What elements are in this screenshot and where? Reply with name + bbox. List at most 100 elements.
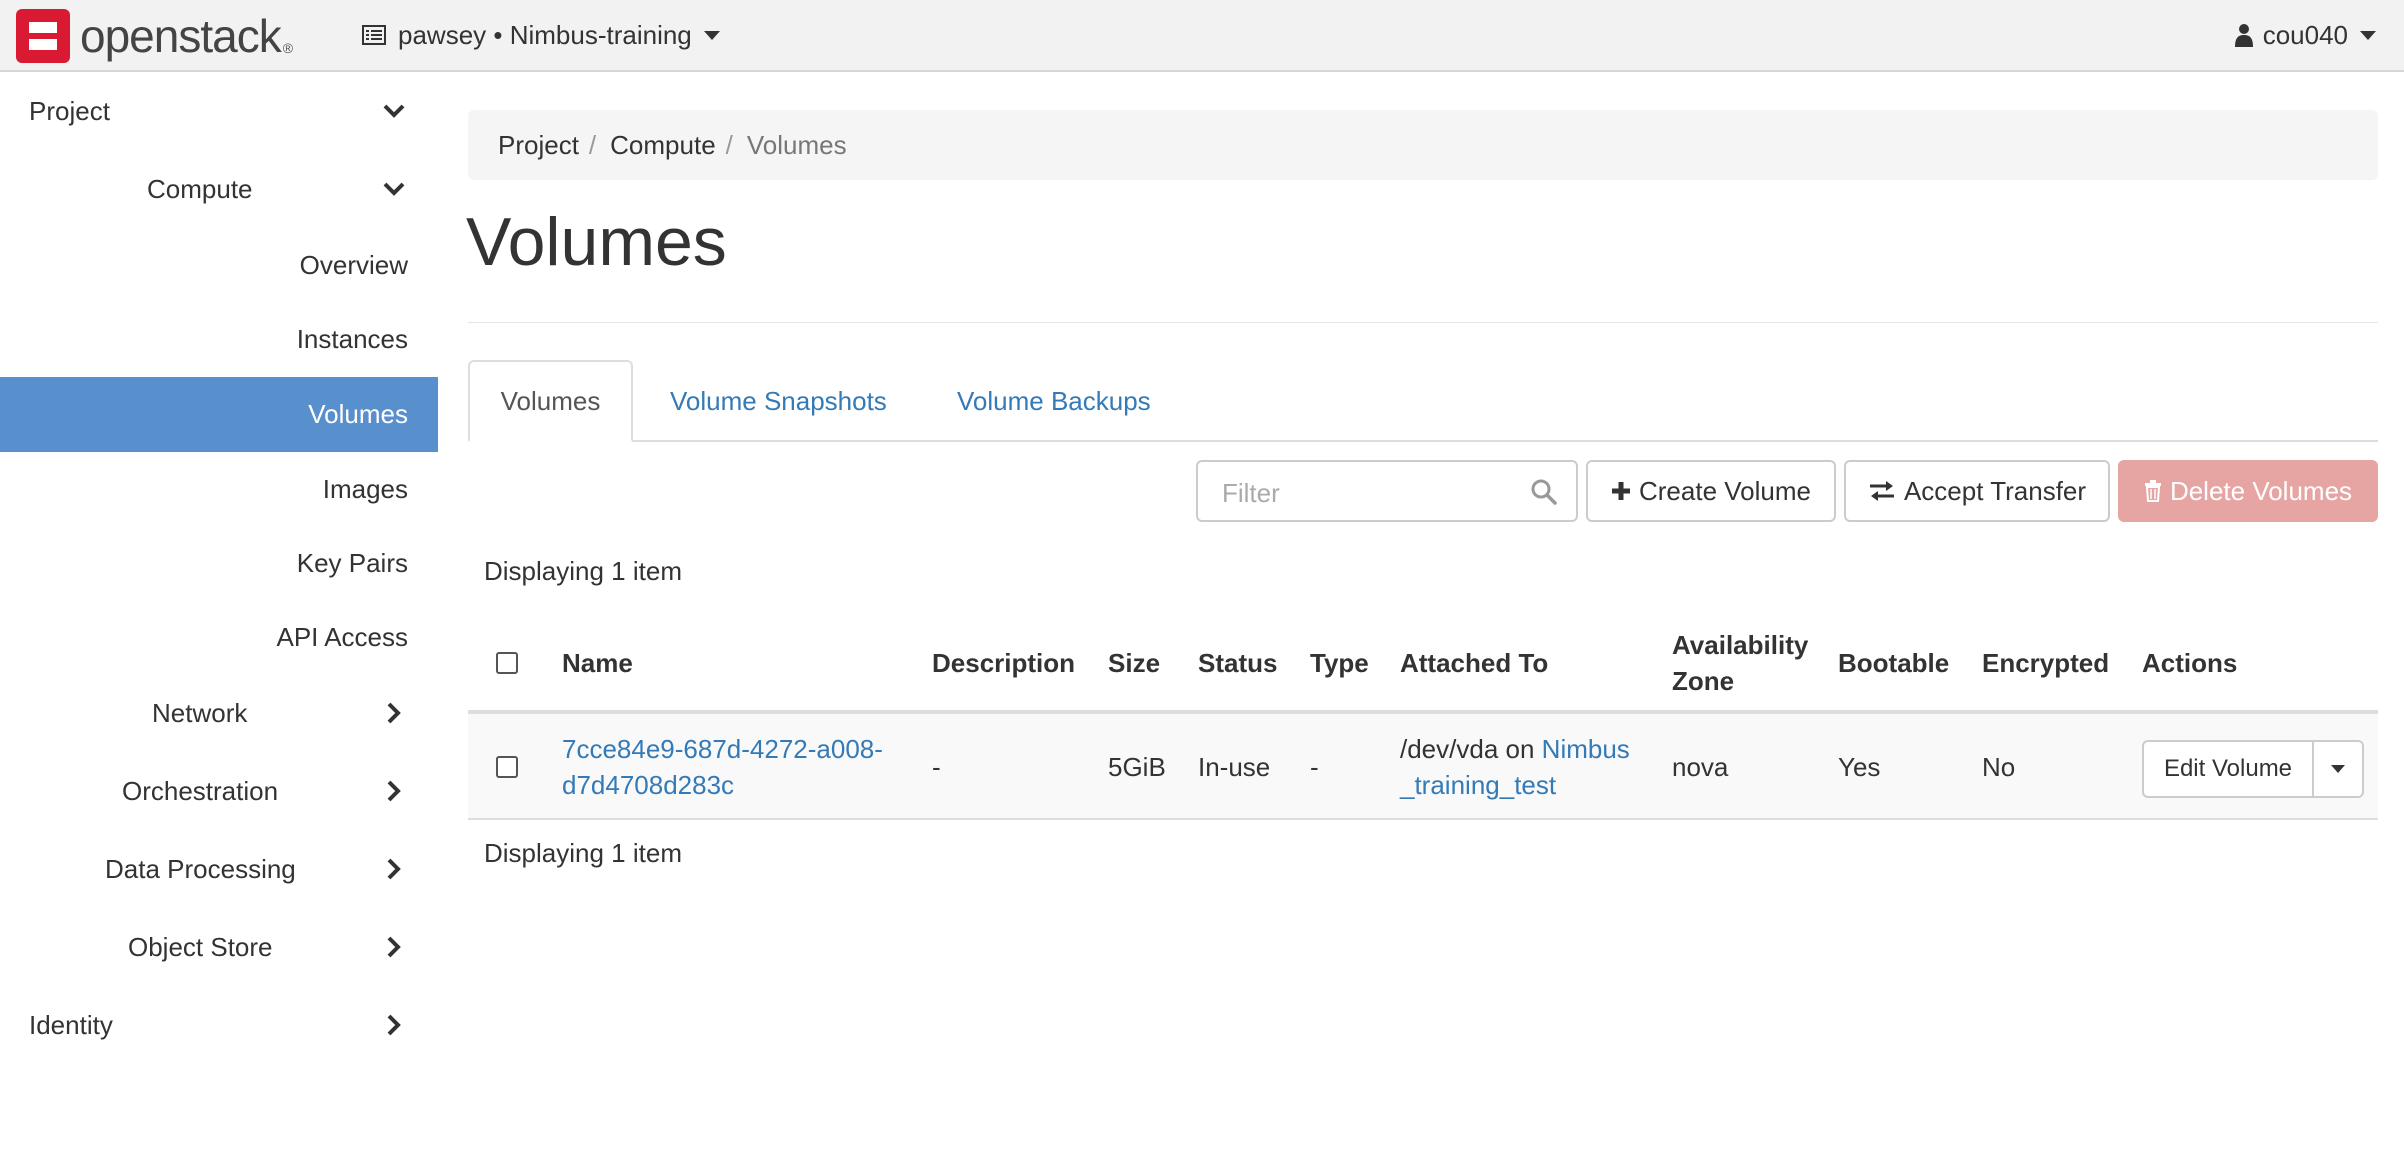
column-header-description[interactable]: Description [932, 645, 1075, 681]
row-actions-dropdown-toggle[interactable] [2314, 740, 2364, 798]
sidebar-item-label: Data Processing [105, 853, 296, 884]
volume-name-link[interactable]: 7cce84e9-687d-4272-a008- d7d4708d283c [562, 731, 883, 803]
sidebar-item-images[interactable]: Images [0, 452, 438, 526]
accept-transfer-button[interactable]: Accept Transfer [1844, 460, 2110, 522]
column-header-name[interactable]: Name [562, 645, 633, 681]
accept-transfer-label: Accept Transfer [1903, 475, 2087, 506]
attached-instance-link[interactable]: _training_test [1400, 770, 1556, 800]
delete-volumes-button[interactable]: Delete Volumes [2118, 460, 2378, 522]
row-select-checkbox[interactable] [496, 756, 518, 778]
volume-description: - [932, 752, 941, 782]
sidebar-item-data-processing[interactable]: Data Processing [0, 830, 438, 908]
volume-bootable: Yes [1838, 752, 1881, 782]
sidebar-item-object-store[interactable]: Object Store [0, 908, 438, 986]
openstack-logo-icon [16, 9, 70, 63]
chevron-right-icon [380, 933, 408, 961]
sidebar-item-label: Project [29, 95, 110, 126]
breadcrumb-project[interactable]: Project [498, 130, 579, 161]
project-list-icon [362, 25, 386, 45]
sidebar-item-label: Images [322, 473, 408, 504]
edit-volume-button[interactable]: Edit Volume [2142, 740, 2314, 798]
sidebar-item-identity[interactable]: Identity [0, 986, 438, 1064]
chevron-right-icon [380, 1011, 408, 1039]
sidebar-item-compute[interactable]: Compute [0, 150, 438, 228]
page-title: Volumes [466, 204, 727, 280]
column-header-bootable[interactable]: Bootable [1838, 645, 1949, 681]
volume-name-line: d7d4708d283c [562, 770, 735, 800]
chevron-down-icon [380, 97, 408, 125]
tab-volume-backups[interactable]: Volume Backups [957, 360, 1151, 442]
create-volume-label: Create Volume [1639, 475, 1811, 506]
search-icon[interactable] [1530, 478, 1558, 506]
attached-device: /dev/vda on [1400, 734, 1535, 764]
chevron-down-icon [703, 30, 720, 40]
column-header-encrypted[interactable]: Encrypted [1982, 645, 2109, 681]
volume-encrypted: No [1982, 752, 2016, 782]
attached-instance-link[interactable]: Nimbus [1542, 734, 1630, 764]
brand-logo-link[interactable]: openstack ® [16, 9, 294, 63]
project-selector[interactable]: pawsey • Nimbus-training [362, 0, 720, 70]
breadcrumb-separator: / [725, 129, 733, 160]
row-actions: Edit Volume [2142, 740, 2364, 798]
volume-attached-to: /dev/vda on Nimbus _training_test [1400, 731, 1630, 803]
tab-volume-snapshots[interactable]: Volume Snapshots [670, 360, 887, 442]
volume-availability-zone: nova [1672, 752, 1729, 782]
volume-size: 5GiB [1108, 752, 1166, 782]
tab-label: Volumes [500, 385, 601, 416]
column-header-size[interactable]: Size [1108, 645, 1160, 681]
user-name: cou040 [2262, 19, 2348, 50]
chevron-down-icon [2360, 30, 2376, 40]
exchange-icon [1868, 480, 1896, 502]
user-menu[interactable]: cou040 [2234, 0, 2376, 70]
chevron-down-icon [380, 175, 408, 203]
sidebar-item-label: Network [152, 697, 248, 728]
column-header-attached-to[interactable]: Attached To [1400, 645, 1548, 681]
breadcrumb-compute[interactable]: Compute [610, 130, 716, 161]
sidebar-item-instances[interactable]: Instances [0, 302, 438, 376]
sidebar-item-label: Compute [147, 173, 253, 204]
divider [468, 322, 2378, 323]
sidebar: Project Compute Overview Instances Volum… [0, 72, 438, 1150]
sidebar-item-project[interactable]: Project [0, 72, 438, 150]
filter-input[interactable] [1220, 474, 1524, 512]
volume-name-line: 7cce84e9-687d-4272-a008- [562, 734, 883, 764]
chevron-right-icon [380, 777, 408, 805]
sidebar-item-api-access[interactable]: API Access [0, 600, 438, 674]
sidebar-item-orchestration[interactable]: Orchestration [0, 752, 438, 830]
column-header-availability-zone[interactable]: Availability Zone [1672, 627, 1808, 699]
column-header-actions: Actions [2142, 648, 2238, 678]
chevron-right-icon [380, 855, 408, 883]
tab-bar: Volumes Volume Snapshots Volume Backups [468, 360, 2378, 442]
tab-label: Volume Backups [957, 385, 1151, 416]
breadcrumb-separator: / [588, 129, 597, 160]
sidebar-item-label: Object Store [128, 931, 273, 962]
display-count-top: Displaying 1 item [484, 556, 682, 586]
breadcrumb-volumes: Volumes [746, 129, 847, 160]
create-volume-button[interactable]: Create Volume [1586, 460, 1836, 522]
column-header-type[interactable]: Type [1310, 645, 1369, 681]
sidebar-item-label: Overview [299, 249, 408, 280]
project-selector-label: pawsey • Nimbus-training [398, 19, 692, 50]
header-line: Zone [1672, 666, 1735, 696]
select-all-checkbox[interactable] [496, 652, 518, 674]
sidebar-item-label: Instances [296, 323, 408, 354]
sidebar-item-network[interactable]: Network [0, 674, 438, 752]
chevron-down-icon [2331, 765, 2345, 773]
sidebar-item-label: Identity [29, 1009, 113, 1040]
tab-volumes[interactable]: Volumes [468, 360, 633, 442]
tab-label: Volume Snapshots [670, 385, 887, 416]
sidebar-item-overview[interactable]: Overview [0, 228, 438, 302]
filter-input-wrapper [1196, 460, 1578, 522]
chevron-right-icon [380, 699, 408, 727]
brand-registered-mark: ® [282, 40, 294, 56]
display-count-bottom: Displaying 1 item [484, 838, 682, 868]
sidebar-item-volumes[interactable]: Volumes [0, 377, 438, 452]
volume-status: In-use [1198, 752, 1271, 782]
sidebar-item-key-pairs[interactable]: Key Pairs [0, 526, 438, 600]
sidebar-item-label: API Access [276, 621, 409, 652]
sidebar-item-label: Volumes [308, 399, 408, 429]
column-header-status[interactable]: Status [1198, 645, 1277, 681]
table-row: 7cce84e9-687d-4272-a008- d7d4708d283c - … [468, 714, 2378, 820]
breadcrumb: Project / Compute / Volumes [468, 110, 2378, 180]
brand-name: openstack [80, 10, 282, 62]
